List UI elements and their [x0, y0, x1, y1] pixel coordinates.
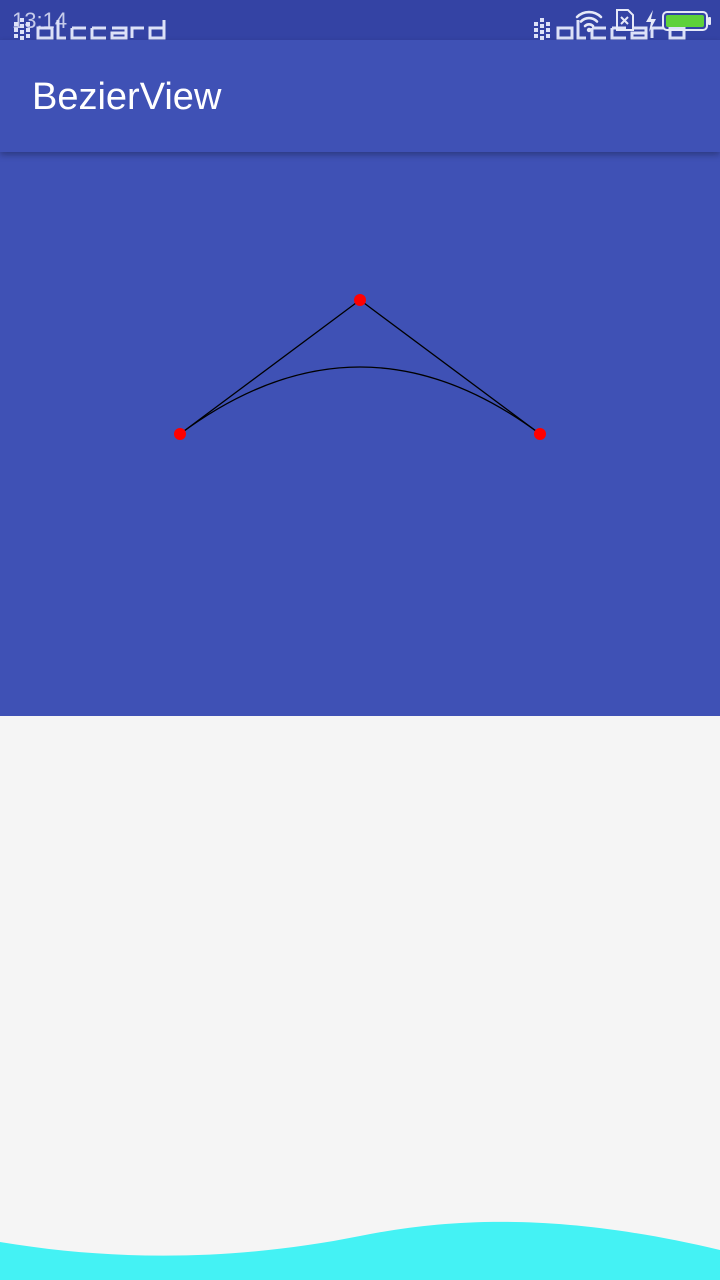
- control-point[interactable]: [354, 294, 366, 306]
- end-point[interactable]: [534, 428, 546, 440]
- wifi-icon: [575, 10, 603, 33]
- bezier-curve: [179, 366, 541, 435]
- bezier-canvas[interactable]: [0, 152, 720, 716]
- app-title: BezierView: [32, 76, 222, 118]
- control-line-left: [179, 299, 361, 435]
- wave-shape: [0, 1221, 720, 1280]
- status-bar: 13:14: [0, 0, 720, 40]
- start-point[interactable]: [174, 428, 186, 440]
- app-bar: BezierView: [0, 40, 720, 152]
- content-area: [0, 716, 720, 1280]
- control-line-right: [359, 299, 541, 435]
- status-time: 13:14: [12, 8, 68, 33]
- battery-icon: [662, 11, 711, 31]
- wave-view: [0, 1221, 720, 1280]
- charging-icon: [646, 10, 656, 32]
- bezier-view[interactable]: [0, 152, 720, 716]
- no-sim-icon: [616, 9, 634, 31]
